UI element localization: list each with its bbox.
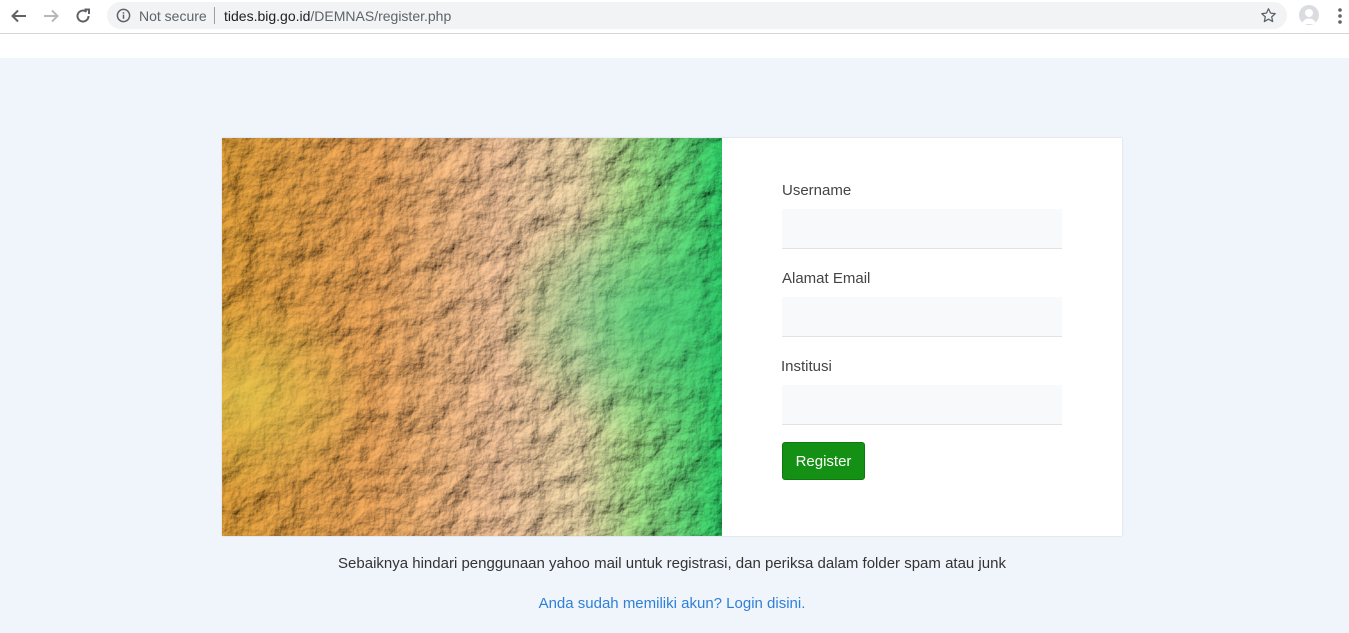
forward-button[interactable] xyxy=(39,5,63,27)
email-notice: Sebaiknya hindari penggunaan yahoo mail … xyxy=(338,555,1006,572)
user-icon xyxy=(1302,9,1316,24)
arrow-right-icon xyxy=(44,9,59,23)
terrain-map-image xyxy=(222,138,722,536)
email-input[interactable] xyxy=(782,297,1062,337)
security-status: Not secure xyxy=(139,8,207,24)
register-card: Username Alamat Email Institusi Register xyxy=(222,138,1122,536)
institution-label: Institusi xyxy=(781,358,832,375)
reload-icon xyxy=(76,8,90,23)
kebab-menu-icon[interactable] xyxy=(1333,7,1347,25)
email-label: Alamat Email xyxy=(782,270,871,287)
browser-toolbar: Not secure tides.big.go.id/DEMNAS/regist… xyxy=(0,0,1349,34)
arrow-left-icon xyxy=(11,9,26,23)
url-host: tides.big.go.id xyxy=(224,8,311,24)
address-bar[interactable]: Not secure tides.big.go.id/DEMNAS/regist… xyxy=(107,2,1287,29)
username-label: Username xyxy=(782,182,852,199)
bookmark-star-icon[interactable] xyxy=(1260,7,1277,24)
info-icon[interactable] xyxy=(116,8,131,23)
login-link-row: Anda sudah memiliki akun? Login disini. xyxy=(0,595,1344,612)
page-top-strip xyxy=(0,34,1349,58)
address-divider xyxy=(214,7,215,24)
login-link[interactable]: Anda sudah memiliki akun? Login disini. xyxy=(539,595,806,612)
institution-input[interactable] xyxy=(782,385,1062,425)
url-path: /DEMNAS/register.php xyxy=(310,8,452,24)
username-input[interactable] xyxy=(782,209,1062,249)
register-button[interactable]: Register xyxy=(782,442,865,480)
reload-button[interactable] xyxy=(71,5,95,27)
back-button[interactable] xyxy=(7,5,31,27)
url-text[interactable]: tides.big.go.id/DEMNAS/register.php xyxy=(224,8,451,24)
profile-avatar[interactable] xyxy=(1299,5,1319,25)
